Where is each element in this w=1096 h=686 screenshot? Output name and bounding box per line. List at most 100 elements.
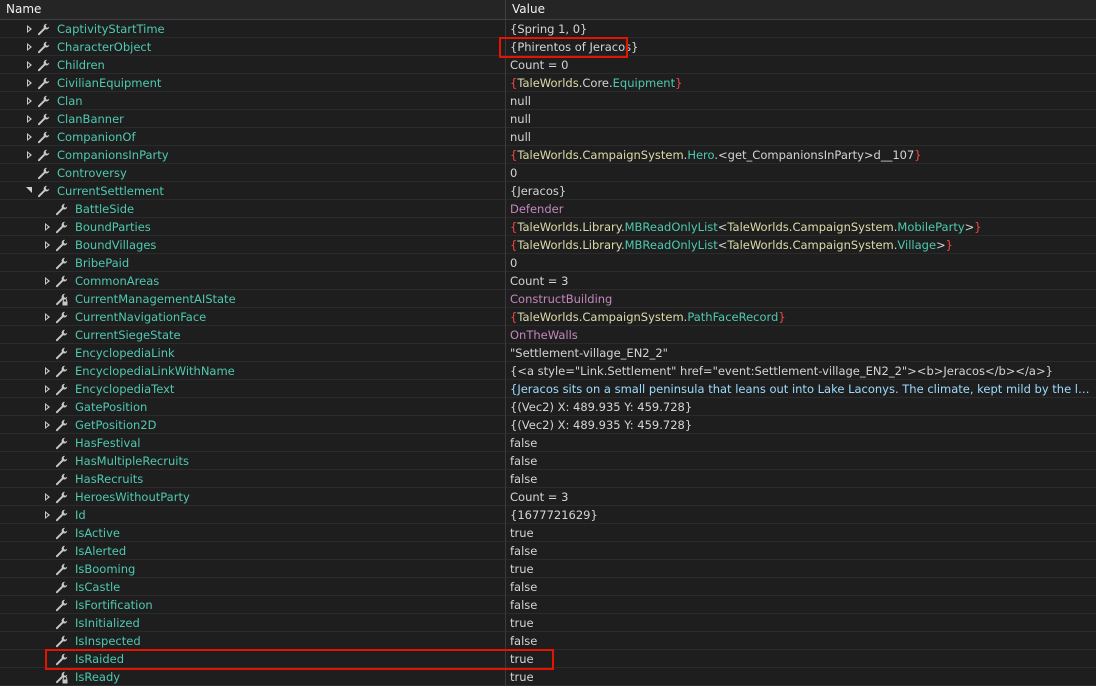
collapse-arrow-icon[interactable] [24,182,36,200]
property-value[interactable]: null [510,110,1095,128]
expand-arrow-icon[interactable] [24,20,36,38]
property-value[interactable]: false [510,470,1095,488]
expand-arrow-icon[interactable] [24,74,36,92]
property-value[interactable]: Count = 0 [510,56,1095,74]
table-row[interactable]: IsRaided true [0,650,1096,668]
property-value[interactable]: false [510,542,1095,560]
table-row[interactable]: IsReady true [0,668,1096,686]
table-row[interactable]: IsBooming true [0,560,1096,578]
table-row[interactable]: HasMultipleRecruits false [0,452,1096,470]
property-value[interactable]: OnTheWalls [510,326,1095,344]
property-value[interactable]: true [510,668,1095,686]
table-row[interactable]: CaptivityStartTime {Spring 1, 0} [0,20,1096,38]
property-value[interactable]: null [510,92,1095,110]
property-value[interactable]: 0 [510,254,1095,272]
property-value[interactable]: false [510,596,1095,614]
expand-arrow-icon[interactable] [42,272,54,290]
table-row[interactable]: BoundParties {TaleWorlds.Library.MBReadOn… [0,218,1096,236]
table-row[interactable]: BattleSide Defender [0,200,1096,218]
expand-arrow-icon[interactable] [42,416,54,434]
property-value[interactable]: {<a style="Link.Settlement" href="event:… [510,362,1095,380]
property-value[interactable]: {TaleWorlds.Library.MBReadOnlyList<TaleW… [510,236,1095,254]
name-cell: GatePosition [0,398,505,416]
table-row[interactable]: HeroesWithoutParty Count = 3 [0,488,1096,506]
property-value[interactable]: "Settlement-village_EN2_2" [510,344,1095,362]
expand-arrow-icon[interactable] [24,110,36,128]
property-value[interactable]: Count = 3 [510,488,1095,506]
property-value[interactable]: {TaleWorlds.Core.Equipment} [510,74,1095,92]
property-value[interactable]: Count = 3 [510,272,1095,290]
table-row[interactable]: IsCastle false [0,578,1096,596]
name-cell: IsRaided [0,650,505,668]
table-row[interactable]: IsInspected false [0,632,1096,650]
property-value[interactable]: true [510,524,1095,542]
expand-arrow-icon[interactable] [42,380,54,398]
table-row[interactable]: CurrentSiegeState OnTheWalls [0,326,1096,344]
property-value[interactable]: {(Vec2) X: 489.935 Y: 459.728} [510,416,1095,434]
property-value[interactable]: true [510,614,1095,632]
expand-arrow-icon[interactable] [24,92,36,110]
property-value[interactable]: {Spring 1, 0} [510,20,1095,38]
property-value[interactable]: {Jeracos} [510,182,1095,200]
property-value[interactable]: {TaleWorlds.CampaignSystem.Hero.<get_Com… [510,146,1095,164]
property-value[interactable]: {Phirentos of Jeracos} [510,38,1095,56]
property-value[interactable]: true [510,560,1095,578]
column-divider [505,218,506,236]
expand-arrow-icon[interactable] [42,218,54,236]
property-value[interactable]: false [510,578,1095,596]
value-column-header[interactable]: Value [512,0,545,19]
expand-arrow-icon[interactable] [24,38,36,56]
table-row[interactable]: Children Count = 0 [0,56,1096,74]
table-row[interactable]: HasRecruits false [0,470,1096,488]
property-value[interactable]: false [510,632,1095,650]
table-row[interactable]: CompanionsInParty {TaleWorlds.CampaignSys… [0,146,1096,164]
property-value[interactable]: {TaleWorlds.CampaignSystem.PathFaceRecor… [510,308,1095,326]
table-row[interactable]: ClanBanner null [0,110,1096,128]
table-row[interactable]: IsFortification false [0,596,1096,614]
table-row[interactable]: CompanionOf null [0,128,1096,146]
table-row[interactable]: BoundVillages {TaleWorlds.Library.MBReadO… [0,236,1096,254]
table-row[interactable]: EncyclopediaText {Jeracos sits on a small… [0,380,1096,398]
property-value[interactable]: 0 [510,164,1095,182]
expand-arrow-icon[interactable] [42,308,54,326]
expand-arrow-icon[interactable] [42,506,54,524]
table-row[interactable]: CommonAreas Count = 3 [0,272,1096,290]
expand-arrow-icon[interactable] [42,398,54,416]
property-value[interactable]: Defender [510,200,1095,218]
table-row[interactable]: Id {1677721629} [0,506,1096,524]
expand-arrow-icon[interactable] [24,146,36,164]
table-row[interactable]: BribePaid 0 [0,254,1096,272]
table-row[interactable]: HasFestival false [0,434,1096,452]
property-value[interactable]: {1677721629} [510,506,1095,524]
property-value[interactable]: true [510,650,1095,668]
property-value[interactable]: ConstructBuilding [510,290,1095,308]
table-row[interactable]: IsAlerted false [0,542,1096,560]
table-row[interactable]: CurrentNavigationFace {TaleWorlds.Campaig… [0,308,1096,326]
table-row[interactable]: CurrentSettlement {Jeracos} [0,182,1096,200]
table-row[interactable]: IsActive true [0,524,1096,542]
table-row[interactable]: Clan null [0,92,1096,110]
table-row[interactable]: CharacterObject {Phirentos of Jeracos} [0,38,1096,56]
name-column-header[interactable]: Name [6,0,41,19]
table-row[interactable]: GetPosition2D {(Vec2) X: 489.935 Y: 459.7… [0,416,1096,434]
property-value[interactable]: {(Vec2) X: 489.935 Y: 459.728} [510,398,1095,416]
expand-arrow-icon[interactable] [42,488,54,506]
table-row[interactable]: EncyclopediaLink "Settlement-village_EN2_… [0,344,1096,362]
property-value[interactable]: false [510,434,1095,452]
property-value[interactable]: null [510,128,1095,146]
table-row[interactable]: CivilianEquipment {TaleWorlds.Core.Equipm… [0,74,1096,92]
property-value[interactable]: {Jeracos sits on a small peninsula that … [510,380,1095,398]
column-splitter[interactable] [505,0,506,20]
table-row[interactable]: IsInitialized true [0,614,1096,632]
property-value[interactable]: false [510,452,1095,470]
table-row[interactable]: GatePosition {(Vec2) X: 489.935 Y: 459.72… [0,398,1096,416]
expand-arrow-icon[interactable] [42,362,54,380]
table-row[interactable]: CurrentManagementAIState ConstructBuildin… [0,290,1096,308]
table-row[interactable]: Controversy 0 [0,164,1096,182]
expand-arrow-icon[interactable] [24,128,36,146]
expand-arrow-icon[interactable] [42,236,54,254]
property-value[interactable]: {TaleWorlds.Library.MBReadOnlyList<TaleW… [510,218,1095,236]
table-row[interactable]: EncyclopediaLinkWithName {<a style="Link.… [0,362,1096,380]
name-cell: IsBooming [0,560,505,578]
expand-arrow-icon[interactable] [24,56,36,74]
